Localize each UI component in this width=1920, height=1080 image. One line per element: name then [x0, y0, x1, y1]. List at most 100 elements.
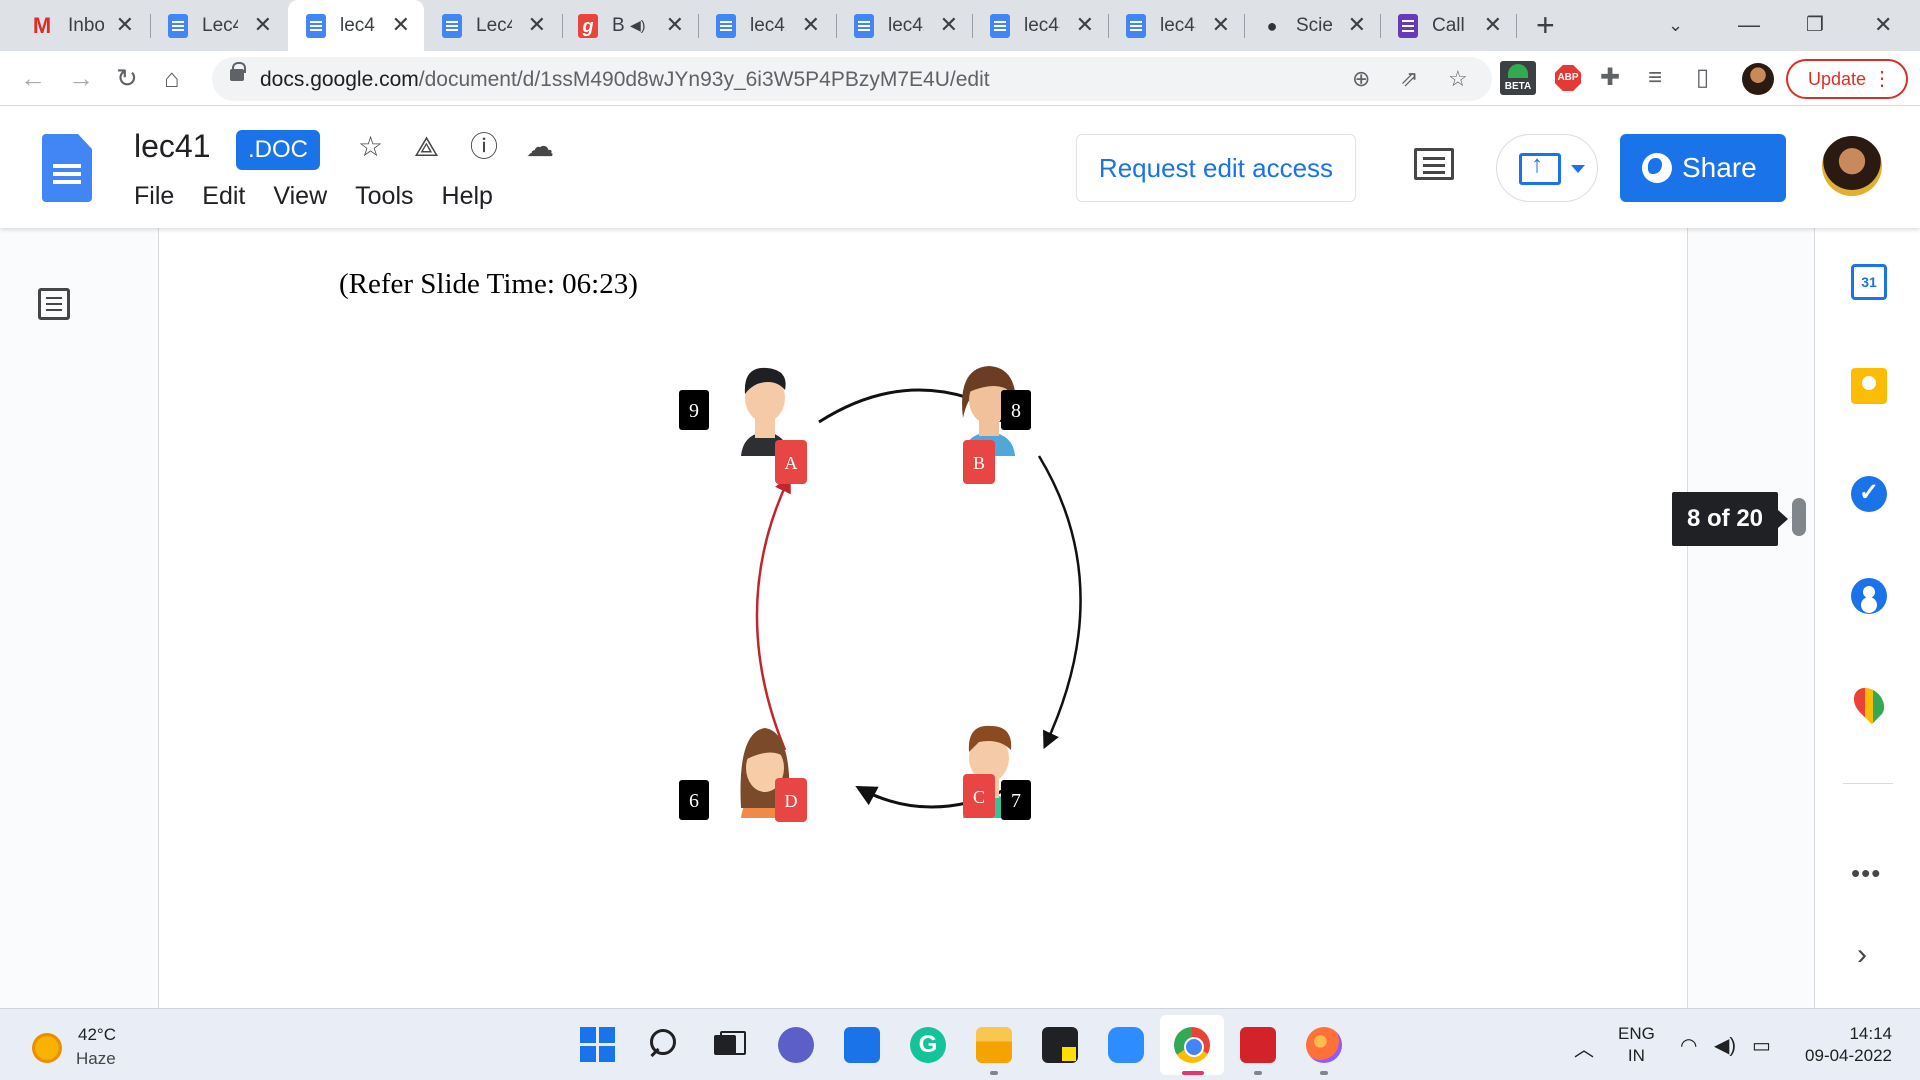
cloud-saved-icon[interactable]: ☁	[526, 130, 554, 164]
document-page: (Refer Slide Time: 06:23) 9 8 7 6 A B C …	[158, 228, 1688, 1008]
grammarly-icon[interactable]: G	[910, 1027, 946, 1063]
close-icon[interactable]: ✕	[1076, 13, 1094, 37]
close-icon[interactable]: ✕	[392, 13, 410, 37]
request-edit-access-button[interactable]: Request edit access	[1076, 134, 1356, 202]
input-language[interactable]: ENG IN	[1618, 1023, 1655, 1067]
weather-temperature[interactable]: 42°C	[78, 1025, 116, 1045]
extensions-puzzle-icon[interactable]: ✚	[1600, 63, 1620, 93]
close-icon[interactable]: ✕	[802, 13, 820, 37]
close-icon[interactable]: ✕	[940, 13, 958, 37]
profile-avatar[interactable]	[1742, 63, 1774, 95]
battery-icon[interactable]: ▭	[1752, 1033, 1771, 1058]
tab-science[interactable]: ● Scien ✕	[1246, 0, 1380, 51]
tasks-icon[interactable]	[1851, 476, 1887, 512]
reading-list-icon[interactable]: ≡	[1648, 63, 1662, 93]
menu-view[interactable]: View	[273, 182, 327, 211]
close-icon[interactable]: ✕	[1212, 13, 1230, 37]
menu-tools[interactable]: Tools	[355, 182, 413, 211]
window-close-icon[interactable]: ✕	[1874, 8, 1892, 42]
tab-lec43-b[interactable]: lec43 ✕	[1110, 0, 1244, 51]
close-icon[interactable]: ✕	[116, 13, 134, 37]
tab-lec41-active[interactable]: lec41 ✕	[288, 0, 424, 51]
tab-inbox[interactable]: M Inbox ✕	[0, 0, 148, 51]
comments-icon[interactable]	[1414, 148, 1454, 180]
info-icon[interactable]: ⓘ	[470, 130, 498, 164]
tab-lec43[interactable]: lec43 ✕	[974, 0, 1108, 51]
value-a: 9	[689, 400, 699, 422]
tab-b-audio[interactable]: g B ◀) ✕	[564, 0, 698, 51]
zoom-icon[interactable]	[1108, 1027, 1144, 1063]
tab-lec42-b[interactable]: lec42 ✕	[838, 0, 972, 51]
reload-icon[interactable]: ↻	[116, 61, 138, 95]
restore-icon[interactable]: ❐	[1806, 8, 1824, 42]
speaker-icon[interactable]: ◀)	[630, 17, 650, 34]
star-icon[interactable]: ☆	[358, 130, 383, 164]
tab-lec40[interactable]: Lec40 ✕	[152, 0, 286, 51]
bookmark-star-icon[interactable]: ☆	[1448, 66, 1468, 92]
share-button[interactable]: Share	[1620, 134, 1786, 202]
store-icon[interactable]	[844, 1027, 880, 1063]
task-view-icon[interactable]	[710, 1027, 746, 1063]
close-icon[interactable]: ✕	[254, 13, 272, 37]
zoom-magnifier-icon[interactable]: ⊕	[1352, 66, 1370, 92]
search-icon[interactable]	[646, 1027, 682, 1063]
more-addons-icon[interactable]: •••	[1851, 858, 1881, 889]
document-outline-icon[interactable]	[38, 288, 70, 320]
tab-lec41[interactable]: Lec41 ✕	[426, 0, 560, 51]
weather-sun-icon[interactable]	[32, 1033, 62, 1063]
maps-icon[interactable]	[1847, 681, 1891, 725]
file-explorer-icon[interactable]	[976, 1027, 1012, 1063]
menu-edit[interactable]: Edit	[202, 182, 245, 211]
update-button[interactable]: Update ⋮	[1786, 59, 1908, 99]
gmail-icon: M	[32, 12, 52, 38]
lock-icon	[230, 62, 246, 81]
menu-file[interactable]: File	[134, 182, 174, 211]
expand-chevron-icon[interactable]: ›	[1857, 938, 1867, 972]
home-icon[interactable]: ⌂	[164, 61, 180, 95]
active-indicator	[1182, 1071, 1204, 1075]
beta-extension-icon[interactable]: BETA	[1500, 61, 1536, 95]
volume-icon[interactable]: ◀)	[1714, 1033, 1736, 1058]
teams-chat-icon[interactable]	[778, 1027, 814, 1063]
calendar-icon[interactable]: 31	[1851, 264, 1887, 300]
tab-search-chevron-icon[interactable]: ⌄	[1668, 8, 1683, 42]
node-label-b: B	[973, 453, 985, 473]
close-icon[interactable]: ✕	[1484, 13, 1502, 37]
back-arrow-icon[interactable]: ←	[20, 61, 46, 95]
weather-description[interactable]: Haze	[76, 1049, 116, 1069]
contacts-icon[interactable]	[1851, 578, 1887, 614]
firefox-icon[interactable]	[1306, 1027, 1342, 1063]
forward-arrow-icon[interactable]: →	[68, 61, 94, 95]
forms-icon	[1398, 13, 1418, 38]
value-d: 6	[689, 790, 699, 812]
docs-logo-icon[interactable]	[42, 134, 92, 202]
side-panel-icon[interactable]: ▯	[1696, 63, 1709, 93]
tray-overflow-chevron-icon[interactable]: ︿	[1574, 1033, 1594, 1062]
address-bar[interactable]: docs.google.com/document/d/1ssM490d8wJYn…	[212, 57, 1492, 101]
move-to-drive-icon[interactable]: ⟁	[414, 130, 439, 164]
scrollbar-thumb[interactable]	[1792, 498, 1806, 536]
tab-label: lec43	[1024, 14, 1060, 36]
tab-lec42[interactable]: lec42 ✕	[700, 0, 834, 51]
close-icon[interactable]: ✕	[528, 13, 546, 37]
account-avatar[interactable]	[1822, 136, 1882, 196]
new-tab-plus-icon[interactable]: +	[1536, 8, 1555, 42]
start-windows-icon[interactable]	[580, 1027, 616, 1063]
document-title[interactable]: lec41	[134, 128, 211, 165]
tab-call-forms[interactable]: Call f ✕	[1382, 0, 1516, 51]
present-button[interactable]	[1496, 134, 1598, 202]
keep-icon[interactable]	[1851, 368, 1887, 404]
close-icon[interactable]: ✕	[1348, 13, 1366, 37]
minimize-icon[interactable]: —	[1738, 8, 1760, 42]
share-page-icon[interactable]: ⇗	[1400, 66, 1418, 92]
chrome-icon[interactable]	[1174, 1027, 1210, 1063]
value-c: 7	[1011, 790, 1021, 812]
wifi-icon[interactable]: ◠	[1680, 1033, 1697, 1058]
acrobat-icon[interactable]	[1240, 1027, 1276, 1063]
ring-diagram: 9 8 7 6 A B C D	[679, 366, 1082, 822]
clock[interactable]: 14:14 09-04-2022	[1800, 1023, 1892, 1067]
adblock-extension-icon[interactable]: ABP	[1555, 65, 1581, 91]
menu-help[interactable]: Help	[442, 182, 493, 211]
close-icon[interactable]: ✕	[666, 13, 684, 37]
sticky-notes-icon[interactable]	[1042, 1027, 1078, 1063]
